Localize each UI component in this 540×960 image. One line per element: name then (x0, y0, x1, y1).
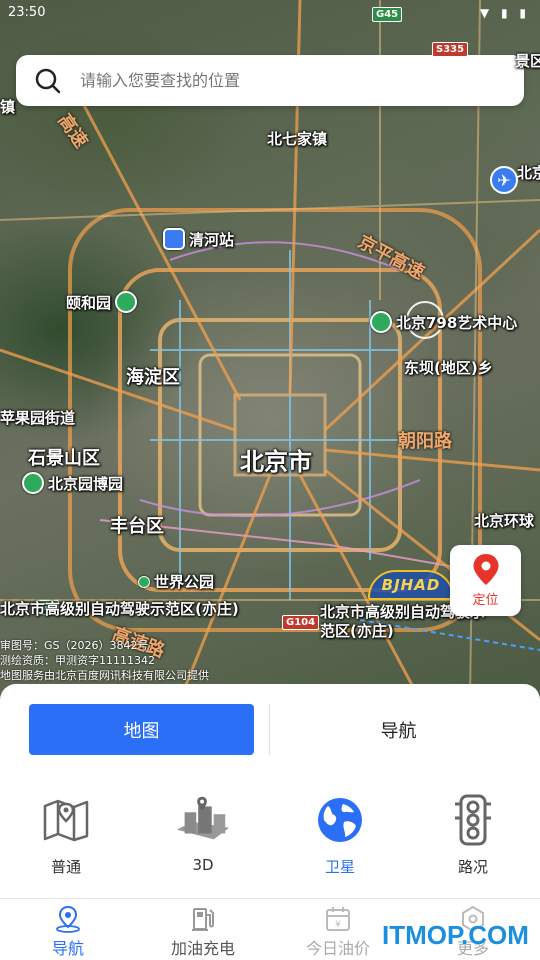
satellite-map[interactable]: 23:50 ▼ ▮ ▮ G45 S335 G4 G104 景区 镇 北七家镇 北… (0, 0, 540, 700)
park-icon (115, 291, 138, 313)
copyright-line: 测绘资质：甲测资字11111342 (0, 654, 155, 667)
map-label-jingqu: 镇 (0, 98, 16, 116)
park-icon (138, 575, 150, 588)
status-bar: 23:50 ▼ ▮ ▮ (0, 0, 540, 30)
train-station-icon (163, 228, 185, 250)
layer-label: 卫星 (324, 858, 355, 876)
location-pin-icon (53, 905, 83, 933)
poi-label: 清河站 (189, 230, 235, 249)
highway-badge-g45: G45 (372, 7, 403, 22)
map-label-beijing-airport: 北京 (517, 164, 540, 182)
location-pin-icon (473, 554, 498, 585)
layer-normal[interactable]: 普通 (16, 794, 116, 877)
locate-button[interactable]: 定位 (450, 545, 521, 616)
poi-world-park[interactable]: 世界公园 (138, 571, 214, 592)
system-status-icons: ▼ ▮ ▮ (479, 6, 530, 20)
calendar-price-icon: ¥ (323, 905, 353, 933)
park-icon (370, 311, 392, 333)
tab-label: 导航 (51, 939, 84, 958)
tab-navigation[interactable]: 导航 (286, 704, 511, 755)
airport-icon[interactable]: ✈ (490, 166, 518, 194)
status-time: 23:50 (8, 5, 46, 20)
tab-label: 加油充电 (170, 939, 235, 958)
map-label-dongba: 东坝(地区)乡 (404, 359, 493, 377)
layer-satellite[interactable]: 卫星 (290, 794, 390, 877)
map-copyright: 审图号：GS（2026）3842号 测绘资质：甲测资字11111342 地图服务… (0, 638, 209, 683)
district-label-fengtai: 丰台区 (110, 516, 164, 537)
map-label-beiqijia: 北七家镇 (267, 130, 328, 148)
map-label-mafang: 景区 (515, 52, 540, 70)
copyright-line: 审图号：GS（2026）3842号 (0, 639, 149, 652)
tab-fuel[interactable]: 加油充电 (143, 905, 263, 959)
road-label-chaoyang: 朝阳路 (398, 431, 452, 452)
poi-label: 北京园博园 (48, 474, 124, 493)
highway-badge-g104: G104 (282, 615, 320, 630)
copyright-line: 地图服务由北京百度网讯科技有限公司提供 (0, 669, 209, 682)
search-icon (16, 55, 80, 106)
site-watermark: ITMOP.COM (382, 920, 529, 950)
tab-map[interactable]: 地图 (29, 704, 254, 755)
globe-icon (310, 794, 370, 846)
tab-label: 今日油价 (305, 939, 370, 958)
search-bar[interactable] (16, 55, 524, 106)
poi-yiheyuan[interactable]: 颐和园 (66, 291, 138, 313)
traffic-light-icon (443, 794, 503, 846)
poi-yuanbo-park[interactable]: 北京园博园 (22, 472, 123, 494)
locate-button-label: 定位 (472, 593, 499, 608)
map-label-beijing-huanqiu: 北京环球 (474, 512, 535, 530)
layer-label: 路况 (457, 858, 488, 876)
3d-buildings-icon (173, 794, 233, 846)
bjhad-logo: BJHAD (368, 570, 454, 600)
tab-nav[interactable]: 导航 (8, 905, 128, 959)
poi-label: 世界公园 (154, 573, 215, 591)
map-layer-selector: 普通 3D 卫星 路况 (0, 794, 540, 884)
park-icon (22, 472, 44, 494)
folded-map-icon (36, 794, 96, 846)
poi-label: 北京798艺术中心 (396, 313, 518, 332)
highway-badge-s335: S335 (432, 42, 469, 57)
layer-3d[interactable]: 3D (153, 794, 253, 874)
district-label-shijingshan: 石景山区 (28, 448, 100, 469)
poi-qinghe-station[interactable]: 清河站 (163, 228, 234, 250)
svg-text:¥: ¥ (335, 920, 341, 930)
poi-label: 颐和园 (66, 293, 112, 312)
district-label-haidian: 海淀区 (126, 367, 180, 388)
layer-traffic[interactable]: 路况 (423, 794, 523, 877)
map-label-pingguoyuan: 苹果园街道 (0, 409, 76, 427)
city-label-beijing: 北京市 (240, 448, 312, 476)
segment-divider (269, 704, 270, 755)
poi-798-art[interactable]: 北京798艺术中心 (370, 311, 517, 333)
map-label-zhen: 北京市高级别自动驾驶示范区(亦庄) (0, 600, 239, 618)
tab-oil-price[interactable]: ¥ 今日油价 (278, 905, 398, 959)
layer-label: 3D (192, 856, 214, 874)
map-control-panel: 地图 导航 普通 3D 卫星 路况 (0, 684, 540, 900)
layer-label: 普通 (50, 858, 81, 876)
search-input[interactable] (80, 71, 500, 90)
fuel-pump-icon (188, 905, 218, 933)
